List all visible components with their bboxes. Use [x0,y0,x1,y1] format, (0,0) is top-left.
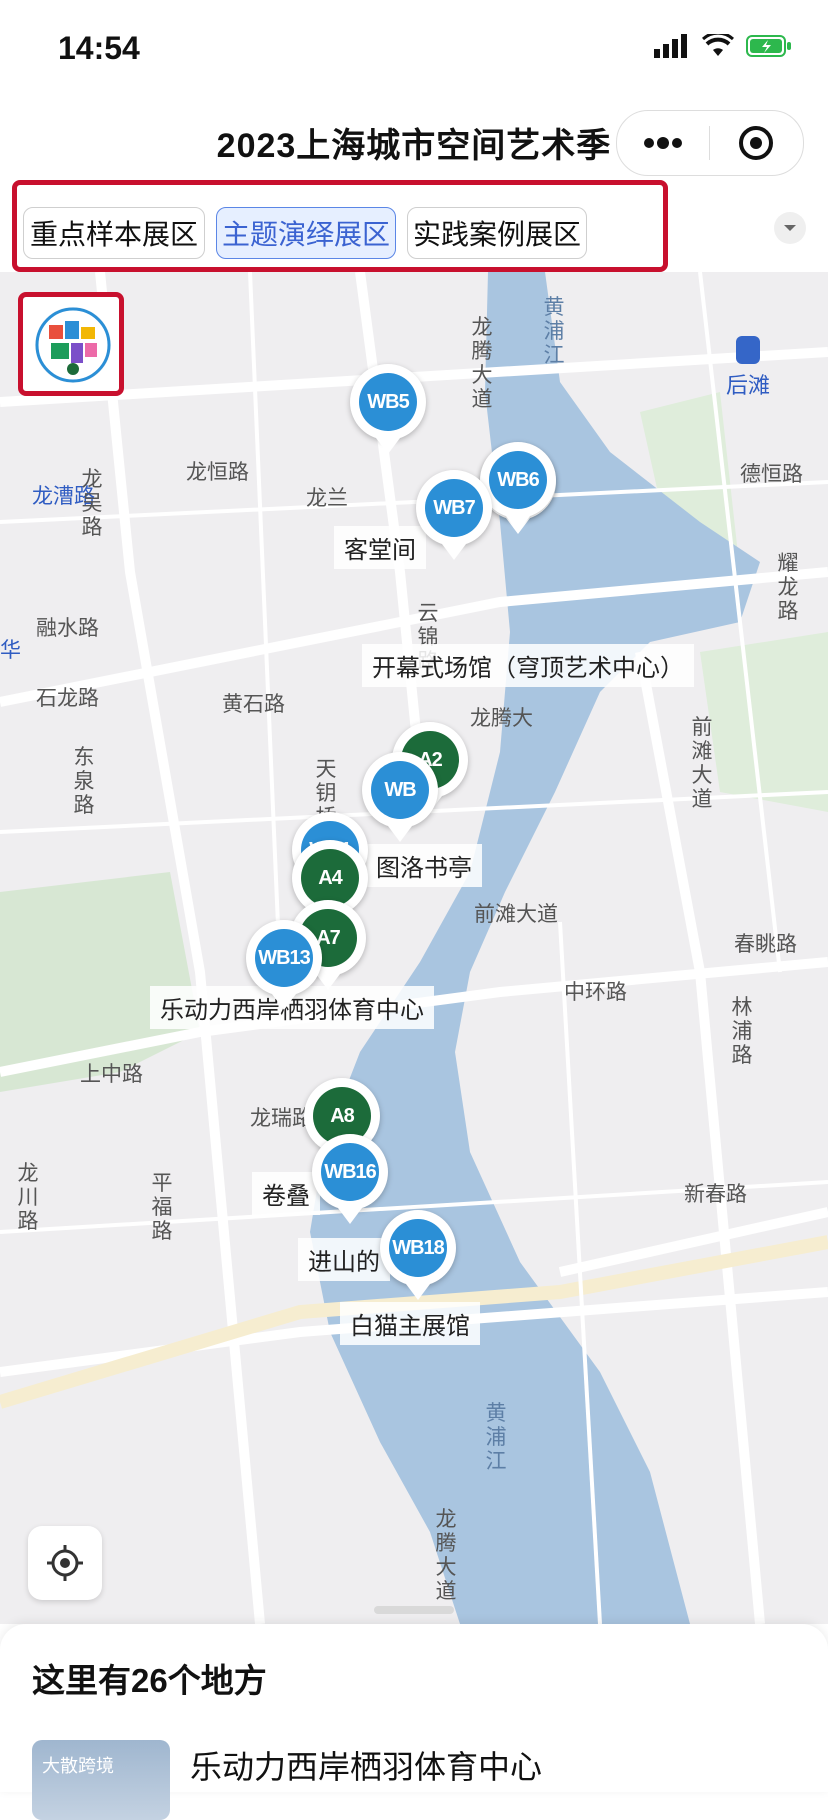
map[interactable]: 龙腾大道 黄浦江 龙漕路 龙恒路 龙吴路 融水路 石龙路 东泉路 黄石路 天钥桥… [0,272,828,1624]
road-label: 中环路 [564,981,627,1004]
road-label: 德恒路 [740,463,803,486]
places-count: 这里有26个地方 [32,1662,267,1699]
chevron-down-icon [784,225,796,231]
road-label: 龙腾大道 [471,316,493,411]
place-label[interactable]: 卷叠 [252,1172,320,1215]
more-dots-icon [644,137,682,149]
status-bar: 14:54 [0,0,828,100]
battery-icon [746,35,791,57]
expand-tabs-button[interactable] [774,212,806,244]
road-label: 耀龙路 [777,552,799,623]
road-label: 前滩大道 [474,903,558,926]
place-thumbnail[interactable]: 大散跨境 [32,1740,170,1820]
crosshair-icon [47,1545,83,1581]
place-label[interactable]: 图洛书亭 [366,844,482,887]
road-label: 龙恒路 [186,461,249,484]
road-label: 黄石路 [222,693,285,716]
map-pin[interactable]: WB13 [246,920,322,1010]
metro-icon [736,336,760,364]
place-label[interactable]: 客堂间 [334,526,426,569]
road-label: 前滩大道 [691,716,713,811]
miniprogram-capsule [616,110,804,176]
map-pin[interactable]: WB7 [416,470,492,560]
road-label: 龙兰 [306,487,348,510]
map-base [0,272,828,1624]
road-label: 东泉路 [73,746,95,817]
tab-key-samples[interactable]: 重点样本展区 [23,207,205,259]
road-label: 新春路 [684,1183,747,1206]
road-label: 龙川路 [17,1162,39,1233]
road-label: 上中路 [80,1063,143,1086]
road-label: 融水路 [36,617,99,640]
road-label: 石龙路 [36,687,99,710]
target-icon [739,126,773,160]
tab-theme-interpretation[interactable]: 主题演绎展区 [216,207,396,259]
road-label: 龙吴路 [81,468,103,539]
road-label: 黄浦江 [543,296,565,367]
road-label: 林浦路 [731,996,753,1067]
tab-practice-cases[interactable]: 实践案例展区 [407,207,587,259]
road-label: 龙腾大 [470,707,533,730]
sheet-drag-handle[interactable] [374,1606,454,1614]
map-pin[interactable]: WB16 [312,1134,388,1224]
status-icons [654,34,792,58]
road-label: 龙腾大道 [435,1508,457,1603]
road-label: 平福路 [151,1172,173,1243]
road-label: 春眺路 [734,933,797,956]
places-sheet[interactable]: 这里有26个地方 大散跨境 乐动力西岸栖羽体育中心 [0,1606,828,1820]
map-pin[interactable]: WB18 [380,1210,456,1300]
signal-icon [654,34,687,58]
road-label: 华 [0,639,21,662]
wifi-icon [702,34,734,56]
exhibition-logo-button[interactable] [18,292,124,396]
tabs-highlight: 重点样本展区 主题演绎展区 实践案例展区 [12,180,668,272]
station-houtan: 后滩 [726,336,770,400]
locate-me-button[interactable] [28,1526,102,1600]
logo-icon [35,307,111,383]
road-label: 黄浦江 [485,1402,507,1473]
place-list-item-title[interactable]: 乐动力西岸栖羽体育中心 [190,1742,542,1788]
place-label[interactable]: 白猫主展馆 [340,1302,480,1345]
map-pin[interactable]: WB5 [350,364,426,454]
map-pin[interactable]: WB [362,752,438,842]
more-button[interactable] [617,111,709,175]
clock: 14:54 [58,30,140,66]
place-label[interactable]: 进山的 [298,1238,390,1281]
place-label[interactable]: 开幕式场馆（穹顶艺术中心） [362,644,694,687]
close-miniprogram-button[interactable] [710,111,802,175]
